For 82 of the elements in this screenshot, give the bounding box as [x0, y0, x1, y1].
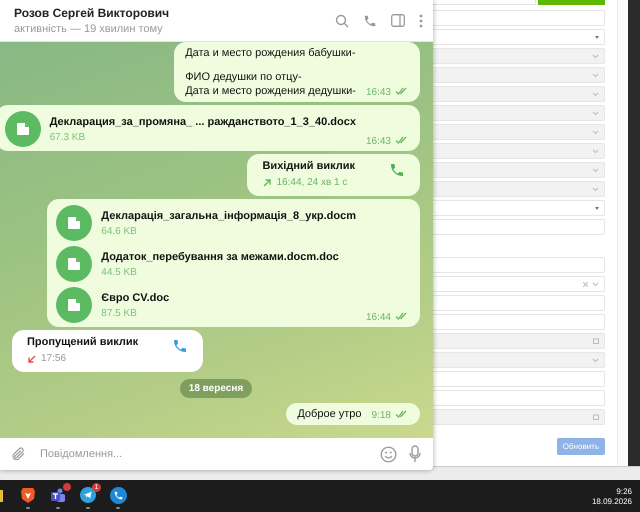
chevron-down-icon — [592, 168, 599, 172]
document-icon[interactable] — [56, 246, 92, 282]
clock-date: 18.09.2026 — [592, 496, 632, 506]
file-name[interactable]: Євро CV.doc — [101, 292, 170, 304]
paperclip-icon — [10, 446, 26, 462]
date-separator: 18 вересня — [180, 379, 252, 398]
file-size: 67.3 KB — [50, 132, 86, 142]
call-button[interactable] — [363, 14, 377, 28]
paper-plane-icon — [80, 487, 96, 503]
chevron-down-icon — [592, 358, 599, 362]
message-time: 9:18 — [372, 410, 409, 421]
message-text: Доброе утро — [297, 407, 362, 421]
document-icon[interactable] — [56, 205, 92, 241]
document-icon[interactable] — [56, 287, 92, 323]
double-check-icon — [395, 136, 409, 144]
call-title: Пропущений виклик — [27, 336, 138, 348]
search-icon — [335, 14, 349, 28]
chevron-down-icon — [592, 130, 599, 134]
sidebar-toggle-button[interactable] — [391, 14, 405, 27]
clock-time: 9:26 — [616, 486, 632, 496]
phone-app-icon — [110, 487, 126, 504]
lion-shield-icon — [20, 487, 36, 504]
calendar-icon — [593, 414, 599, 420]
file-size: 87.5 KB — [101, 308, 138, 318]
document-icon[interactable] — [4, 111, 41, 147]
contact-status: активність — 19 хвилин тому — [14, 23, 164, 35]
chevron-down-icon — [592, 282, 599, 286]
caret-icon — [595, 36, 599, 38]
contact-name[interactable]: Розов Сергей Викторович — [14, 6, 335, 20]
call-detail: 17:56 — [41, 353, 66, 364]
call-title: Вихідний виклик — [262, 160, 355, 172]
search-button[interactable] — [335, 14, 349, 28]
file-size: 64.6 KB — [101, 226, 138, 236]
smiley-icon — [380, 446, 397, 462]
call-detail: 16:44, 24 хв 1 с — [276, 177, 348, 188]
message-time: 16:44 — [366, 312, 409, 323]
caret-icon — [595, 206, 599, 210]
voice-button[interactable] — [409, 445, 421, 463]
phone-icon — [172, 338, 188, 354]
chevron-down-icon — [592, 110, 599, 116]
form-field[interactable] — [431, 390, 605, 406]
message-time: 16:43 — [366, 136, 409, 147]
form-field[interactable] — [431, 257, 605, 273]
file-name[interactable]: Декларація_загальна_інформація_8_укр.docm — [101, 210, 356, 222]
form-field[interactable] — [431, 371, 605, 387]
chevron-down-icon — [592, 148, 599, 154]
phone-icon — [389, 162, 405, 178]
attach-button[interactable] — [10, 446, 26, 462]
message-text: ФИО дедушки по отцу- Дата и место рождения дедушки- — [185, 70, 356, 98]
double-check-icon — [395, 410, 409, 418]
form-field[interactable] — [431, 10, 605, 26]
panel-icon — [391, 14, 405, 27]
chevron-down-icon — [592, 92, 599, 96]
submit-button[interactable] — [538, 0, 605, 5]
chevron-down-icon — [592, 54, 599, 58]
scrollbar[interactable] — [628, 0, 640, 466]
chevron-down-icon — [592, 186, 599, 192]
people-app-icon — [50, 487, 66, 503]
more-icon — [419, 14, 423, 28]
clear-icon — [583, 282, 588, 286]
date-field[interactable] — [431, 409, 605, 425]
phone-icon — [363, 14, 377, 28]
dropdown-field[interactable] — [431, 200, 605, 216]
menu-button[interactable] — [419, 14, 423, 28]
dropdown-field[interactable] — [431, 29, 605, 45]
calendar-icon — [593, 338, 599, 344]
dropdown-field[interactable] — [431, 276, 605, 292]
chevron-down-icon — [592, 72, 599, 78]
form-field[interactable] — [431, 219, 605, 235]
file-name[interactable]: Декларация_за_промяна_ ... ражданството_1_3_40.docx — [50, 116, 356, 128]
file-size: 44.5 KB — [101, 266, 138, 278]
form-field[interactable] — [431, 295, 605, 311]
double-check-icon — [395, 312, 409, 320]
message-text: Дата и место рождения бабушки- — [185, 46, 356, 60]
folder-icon[interactable] — [0, 490, 3, 502]
microphone-icon — [409, 445, 421, 463]
file-name[interactable]: Додаток_перебування за межами.docm.doc — [101, 250, 339, 262]
message-time: 16:43 — [366, 87, 409, 98]
emoji-button[interactable] — [380, 446, 397, 462]
date-field[interactable] — [431, 333, 605, 349]
form-field[interactable] — [431, 314, 605, 330]
double-check-icon — [395, 87, 409, 95]
